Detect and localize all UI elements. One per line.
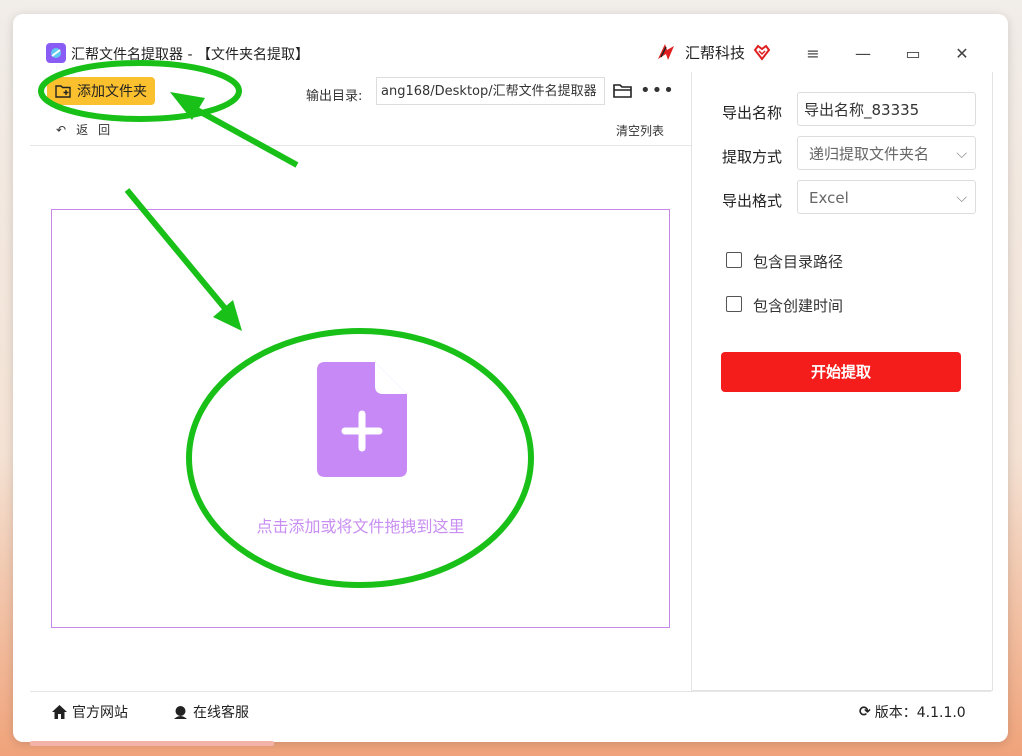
footer: 官方网站 在线客服 ⟳ 版本：4.1.1.0 <box>30 691 991 735</box>
include-path-checkbox[interactable] <box>726 252 742 268</box>
folder-open-icon[interactable] <box>613 83 633 103</box>
export-name-label: 导出名称 <box>722 104 783 122</box>
format-label: 导出格式 <box>722 192 783 210</box>
back-button[interactable]: ↶ 返 回 <box>56 121 110 138</box>
include-path-label: 包含目录路径 <box>753 253 844 271</box>
taskbar-progress-strip <box>30 741 274 746</box>
refresh-icon: ⟳ <box>859 704 871 720</box>
window-title: 汇帮文件名提取器 - 【文件夹名提取】 <box>71 47 309 63</box>
add-folder-button[interactable]: 添加文件夹 <box>47 77 155 105</box>
drop-zone[interactable]: 点击添加或将文件拖拽到这里 <box>51 209 670 628</box>
home-icon <box>52 705 67 719</box>
close-button[interactable]: ✕ <box>950 41 974 65</box>
output-dir-label: 输出目录: <box>306 89 363 104</box>
brand-name: 汇帮科技 <box>685 43 746 62</box>
undo-icon: ↶ <box>56 122 67 137</box>
more-icon[interactable]: ••• <box>640 80 675 101</box>
brand-logo-icon <box>658 44 674 60</box>
official-website-link[interactable]: 官方网站 <box>51 702 128 722</box>
headset-icon <box>174 706 187 719</box>
method-label: 提取方式 <box>722 148 783 166</box>
output-dir-field[interactable]: ang168/Desktop/汇帮文件名提取器 <box>376 77 605 105</box>
include-time-checkbox[interactable] <box>726 296 742 312</box>
format-select[interactable]: Excel ⌵ <box>797 180 976 214</box>
heart-diamond-icon[interactable] <box>753 43 771 61</box>
online-support-link[interactable]: 在线客服 <box>172 702 249 722</box>
add-file-icon <box>317 362 407 481</box>
maximize-button[interactable]: ▭ <box>901 41 925 65</box>
include-time-label: 包含创建时间 <box>753 297 844 315</box>
clear-list-button[interactable]: 清空列表 <box>616 122 664 139</box>
export-name-input[interactable]: 导出名称_83335 <box>797 92 976 126</box>
chevron-down-icon: ⌵ <box>956 146 967 162</box>
add-folder-icon <box>55 85 71 98</box>
brand: 汇帮科技 <box>655 41 771 63</box>
chevron-down-icon: ⌵ <box>956 190 967 206</box>
method-select[interactable]: 递归提取文件夹名 ⌵ <box>797 136 976 170</box>
minimize-button[interactable]: — <box>851 41 875 65</box>
title-bar: 汇帮文件名提取器 - 【文件夹名提取】 汇帮科技 ≡ — ▭ ✕ <box>13 14 1008 70</box>
drop-hint: 点击添加或将文件拖拽到这里 <box>256 517 465 536</box>
menu-icon[interactable]: ≡ <box>801 41 825 65</box>
settings-panel: 导出名称 导出名称_83335 提取方式 递归提取文件夹名 ⌵ 导出格式 Exc… <box>691 72 993 691</box>
start-extract-button[interactable]: 开始提取 <box>721 352 961 392</box>
app-logo-icon <box>46 43 66 63</box>
app-window: 汇帮文件名提取器 - 【文件夹名提取】 汇帮科技 ≡ — ▭ ✕ 添加文件夹 输… <box>13 14 1008 742</box>
version-info: ⟳ 版本：4.1.1.0 <box>859 704 966 721</box>
add-folder-label: 添加文件夹 <box>77 84 147 100</box>
toolbar-divider <box>30 145 691 146</box>
